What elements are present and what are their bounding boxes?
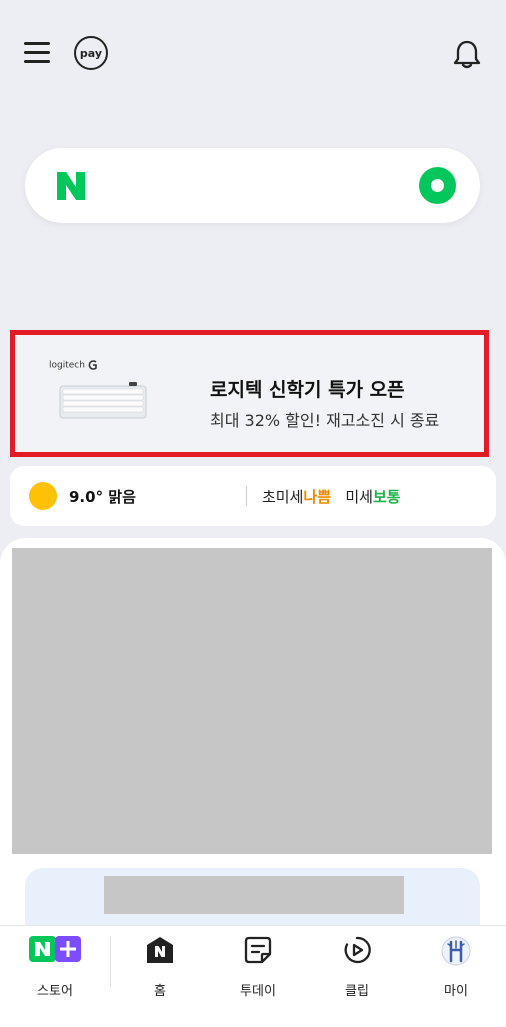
search-bar[interactable] <box>25 148 480 223</box>
today-icon <box>244 936 272 968</box>
nav-label-store: 스토어 <box>37 984 73 999</box>
naver-n-logo <box>55 170 87 202</box>
fine-dust-label: 초미세 <box>262 488 304 506</box>
sun-icon <box>29 482 57 510</box>
bell-icon[interactable] <box>452 38 482 70</box>
bottom-nav: 스토어 홈 투데이 클립 마이 <box>0 925 506 1027</box>
ad-banner[interactable]: logitech 로지텍 신학기 특가 오픈 최대 32% 할인! 재고소진 시… <box>10 330 489 457</box>
store-icon <box>29 936 81 966</box>
nav-item-store[interactable]: 스토어 <box>15 936 95 1006</box>
feed-card-image-placeholder <box>104 876 404 914</box>
nav-item-clip[interactable]: 클립 <box>317 936 397 1006</box>
nav-divider <box>110 936 111 988</box>
nav-label-my: 마이 <box>444 984 468 999</box>
nav-item-today[interactable]: 투데이 <box>218 936 298 1006</box>
pay-button[interactable]: pay <box>74 36 108 70</box>
ad-subtitle: 최대 32% 할인! 재고소진 시 종료 <box>210 411 440 430</box>
nav-label-today: 투데이 <box>240 984 276 999</box>
hamburger-menu-icon[interactable] <box>24 40 52 64</box>
nav-label-home: 홈 <box>154 984 166 999</box>
content-feed <box>0 538 506 948</box>
feed-image-placeholder[interactable] <box>12 548 492 854</box>
ad-title: 로지텍 신학기 특가 오픈 <box>210 379 405 401</box>
fine-dust-status: 초미세나쁨 미세보통 <box>262 486 401 507</box>
nav-item-my[interactable]: 마이 <box>416 936 496 1006</box>
weather-widget[interactable]: 9.0° 맑음 초미세나쁨 미세보통 <box>10 466 496 526</box>
top-bar: pay <box>0 0 506 100</box>
logitech-g-icon <box>88 360 97 370</box>
home-icon <box>146 936 174 968</box>
nav-label-clip: 클립 <box>345 984 369 999</box>
green-lens-icon[interactable] <box>419 167 456 204</box>
nav-item-home[interactable]: 홈 <box>120 936 200 1006</box>
profile-avatar-icon <box>441 936 471 970</box>
keyboard-image <box>59 382 147 420</box>
weather-temperature: 9.0° 맑음 <box>69 488 136 506</box>
dust-value: 보통 <box>372 488 401 506</box>
ad-brand-logo: logitech <box>49 360 98 371</box>
dust-label: 미세 <box>345 488 373 506</box>
pay-label: pay <box>79 46 103 60</box>
fine-dust-value: 나쁨 <box>303 488 332 506</box>
weather-divider <box>246 486 247 506</box>
clip-icon <box>343 936 371 968</box>
